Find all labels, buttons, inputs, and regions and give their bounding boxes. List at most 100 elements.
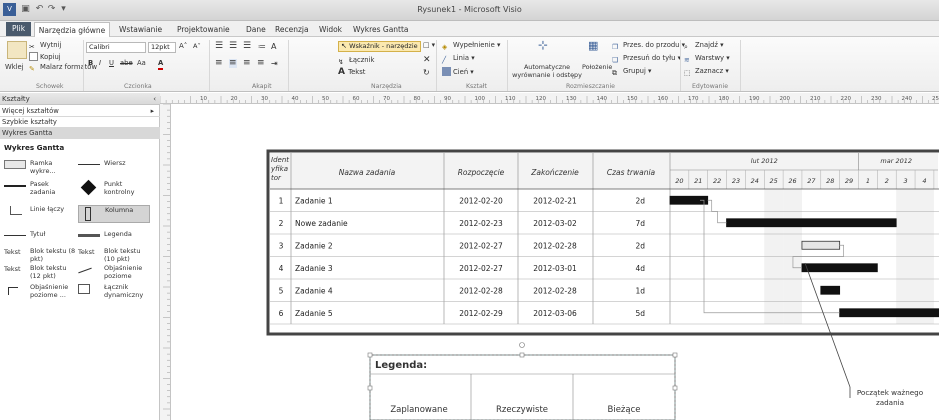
rectangle-tool-icon[interactable]: □ ▾ — [423, 41, 435, 50]
align-center-icon[interactable]: ≡ — [229, 59, 237, 68]
cell-task-name[interactable]: Zadanie 1 — [295, 196, 333, 205]
tab-view[interactable]: Widok — [317, 22, 344, 37]
drawing-canvas[interactable]: Ident yfika tor Nazwa zadania Rozpoczęcie Zak… — [171, 104, 939, 420]
italic-button[interactable]: I — [99, 59, 101, 68]
tab-review[interactable]: Recenzja — [273, 22, 311, 37]
cell-end[interactable]: 2012-03-02 — [533, 219, 577, 228]
cell-id[interactable]: 5 — [279, 286, 284, 295]
gantt-stencil-item[interactable]: Wykres Gantta — [0, 128, 160, 139]
cell-start[interactable]: 2012-02-27 — [459, 264, 503, 273]
tab-file[interactable]: Plik — [6, 22, 32, 36]
stencil-shape-item[interactable]: Tekst Blok tekstu (8 pkt) — [4, 247, 76, 265]
strike-button[interactable]: abe — [120, 59, 133, 68]
stencil-shape-item[interactable]: Kolumna — [78, 205, 150, 223]
stencil-shape-item[interactable]: Pasek zadania — [4, 180, 76, 198]
cell-start[interactable]: 2012-02-23 — [459, 219, 503, 228]
callout-text-line-2[interactable]: zadania — [876, 398, 904, 407]
bring-forward-button[interactable]: ❐ Przes. do przodu ▾ — [612, 41, 685, 52]
stencil-shape-item[interactable]: Punkt kontrolny — [78, 179, 150, 198]
paste-button[interactable]: Wklej — [5, 63, 24, 72]
tab-design[interactable]: Projektowanie — [175, 22, 232, 37]
font-size-select[interactable]: 12pkt — [148, 42, 176, 53]
cell-end[interactable]: 2012-02-21 — [533, 196, 577, 205]
indent-icon[interactable]: ⇥ — [271, 59, 278, 68]
group-button[interactable]: ⧉ Grupuj ▾ — [612, 67, 651, 78]
grow-font-icon[interactable]: A˄ — [179, 42, 187, 51]
font-name-select[interactable]: Calibri — [86, 42, 146, 53]
align-left-icon[interactable]: ≡ — [215, 59, 223, 68]
cell-duration[interactable]: 2d — [635, 241, 645, 250]
more-shapes-item[interactable]: Więcej kształtów ▸ — [0, 106, 160, 117]
auto-align-button[interactable]: Automatyczne wyrównanie i odstępy — [512, 63, 582, 79]
cell-id[interactable]: 3 — [279, 241, 284, 250]
text-direction-icon[interactable]: A — [271, 42, 276, 51]
cell-end[interactable]: 2012-03-06 — [533, 309, 577, 318]
cell-start[interactable]: 2012-02-27 — [459, 241, 503, 250]
text-tool-button[interactable]: A Tekst — [338, 68, 365, 77]
cell-task-name[interactable]: Nowe zadanie — [295, 219, 348, 228]
cell-duration[interactable]: 2d — [635, 196, 645, 205]
cell-end[interactable]: 2012-03-01 — [533, 264, 577, 273]
shrink-font-icon[interactable]: A˅ — [193, 42, 201, 51]
stencil-shape-item[interactable]: Tytuł — [4, 230, 76, 248]
collapse-panel-icon[interactable]: ‹ — [153, 93, 156, 105]
bullets-icon[interactable]: ≔ — [258, 42, 266, 51]
cell-end[interactable]: 2012-02-28 — [533, 286, 577, 295]
cell-start[interactable]: 2012-02-28 — [459, 286, 503, 295]
layers-button[interactable]: ≋ Warstwy ▾ — [684, 54, 730, 65]
stencil-shape-item[interactable]: Tekst Blok tekstu (10 pkt) — [78, 247, 150, 265]
cell-task-name[interactable]: Zadanie 4 — [295, 286, 333, 295]
format-painter-button[interactable]: ✎ Malarz formatów — [29, 63, 97, 74]
cut-button[interactable]: ✂ Wytnij — [29, 41, 61, 52]
stencil-shape-item[interactable]: Legenda — [78, 230, 150, 248]
justify-icon[interactable]: ≡ — [257, 59, 265, 68]
cell-task-name[interactable]: Zadanie 5 — [295, 309, 333, 318]
connector-tool-button[interactable]: ↯ Łącznik — [338, 56, 374, 67]
cell-end[interactable]: 2012-02-28 — [533, 241, 577, 250]
quick-shapes-item[interactable]: Szybkie kształty — [0, 117, 160, 128]
cell-start[interactable]: 2012-02-29 — [459, 309, 503, 318]
stencil-shape-item[interactable]: Linie łączy — [4, 205, 76, 223]
find-button[interactable]: ⌕ Znajdź ▾ — [684, 41, 723, 52]
stencil-shape-item[interactable]: Tekst Blok tekstu (12 pkt) — [4, 264, 76, 282]
underline-button[interactable]: U — [109, 59, 114, 68]
task-bar[interactable] — [839, 308, 939, 318]
cell-id[interactable]: 6 — [279, 309, 284, 318]
stencil-shape-item[interactable]: Łącznik dynamiczny — [78, 283, 150, 301]
cell-task-name[interactable]: Zadanie 3 — [295, 264, 333, 273]
task-bar[interactable] — [801, 263, 878, 273]
align-right-icon[interactable]: ≡ — [243, 59, 251, 68]
bold-button[interactable]: B — [88, 59, 93, 68]
align-top-icon[interactable]: ☰ — [215, 42, 223, 51]
align-middle-icon[interactable]: ☰ — [229, 42, 237, 51]
task-bar[interactable] — [726, 218, 897, 228]
cell-start[interactable]: 2012-02-20 — [459, 196, 503, 205]
rotation-handle[interactable] — [519, 342, 525, 348]
line-button[interactable]: ╱ Linia ▾ — [442, 54, 475, 65]
fill-button[interactable]: ◈ Wypełnienie ▾ — [442, 41, 500, 52]
tab-home[interactable]: Narzędzia główne — [34, 22, 110, 38]
cell-duration[interactable]: 4d — [635, 264, 645, 273]
case-button[interactable]: Aa — [137, 59, 146, 68]
shadow-button[interactable]: Cień ▾ — [442, 67, 474, 77]
rotate-icon[interactable]: ↻ — [423, 68, 430, 77]
cell-task-name[interactable]: Zadanie 2 — [295, 241, 333, 250]
tab-data[interactable]: Dane — [244, 22, 268, 37]
copy-button[interactable]: Kopiuj — [29, 52, 61, 62]
task-bar[interactable] — [820, 285, 841, 295]
close-icon[interactable]: ✕ — [423, 56, 431, 65]
align-bottom-icon[interactable]: ☰ — [243, 42, 251, 51]
stencil-shape-item[interactable]: Wiersz — [78, 159, 150, 177]
cell-id[interactable]: 1 — [279, 196, 284, 205]
task-bar[interactable] — [801, 240, 841, 250]
cell-duration[interactable]: 5d — [635, 309, 645, 318]
cell-duration[interactable]: 7d — [635, 219, 645, 228]
stencil-shape-item[interactable]: Objaśnienie poziome ... — [4, 283, 76, 301]
cell-duration[interactable]: 1d — [635, 286, 645, 295]
callout-text-line-1[interactable]: Początek ważnego — [857, 388, 923, 397]
tab-gantt[interactable]: Wykres Gantta — [351, 22, 411, 37]
tab-insert[interactable]: Wstawianie — [117, 22, 164, 37]
pointer-tool-button[interactable]: ↖ Wskaźnik - narzędzie — [338, 41, 421, 52]
position-button[interactable]: Położenie — [582, 63, 612, 72]
cell-id[interactable]: 2 — [279, 219, 284, 228]
